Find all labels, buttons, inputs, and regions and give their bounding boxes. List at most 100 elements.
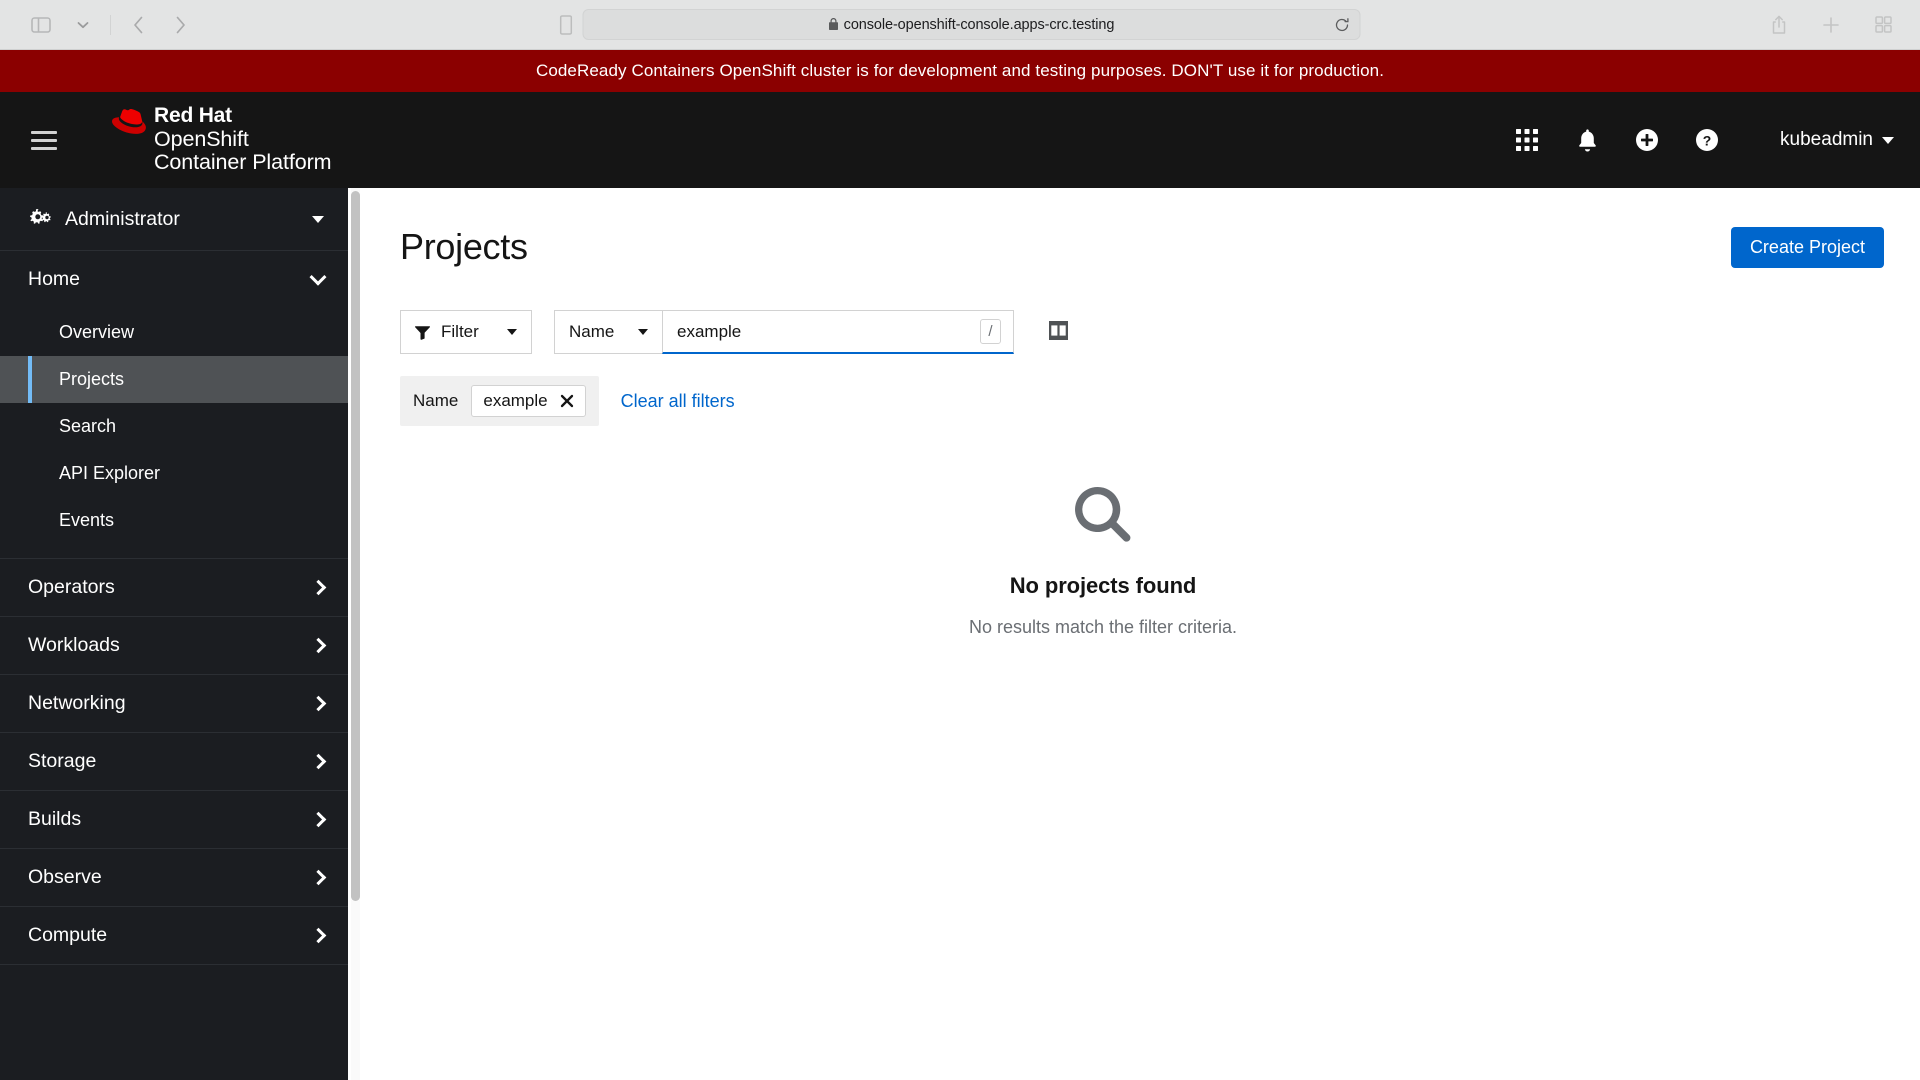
nav-section-observe[interactable]: Observe — [0, 849, 348, 907]
sidebar-scrollbar-thumb[interactable] — [351, 191, 360, 901]
chevron-down-icon — [309, 268, 327, 286]
sidebar-item-projects[interactable]: Projects — [0, 356, 348, 403]
sidebar-toggle-icon[interactable] — [559, 14, 573, 35]
plus-icon[interactable] — [1812, 8, 1850, 42]
filter-toolbar: Filter Name / — [400, 310, 1896, 354]
chevron-down-icon — [638, 329, 648, 335]
brand-product-line2: Container Platform — [154, 150, 332, 175]
nav-toggle-button[interactable] — [20, 116, 68, 164]
column-management-button[interactable] — [1036, 310, 1080, 354]
nav-section-workloads[interactable]: Workloads — [0, 617, 348, 675]
masthead: Red Hat OpenShift Container Platform ? k… — [0, 92, 1920, 188]
filter-chip: example — [471, 385, 586, 417]
url-bar[interactable]: console-openshift-console.apps-crc.testi… — [582, 9, 1361, 40]
nav-section-home[interactable]: Home — [0, 251, 348, 309]
nav-section-label: Networking — [28, 692, 126, 714]
reload-icon[interactable] — [1335, 17, 1350, 32]
nav-section-label: Workloads — [28, 634, 120, 656]
nav-group-home-items: Overview Projects Search API Explorer Ev… — [0, 309, 348, 559]
nav-section-storage[interactable]: Storage — [0, 733, 348, 791]
chevron-right-icon — [310, 753, 327, 770]
hamburger-bar — [31, 130, 57, 134]
browser-toolbar: console-openshift-console.apps-crc.testi… — [0, 0, 1920, 50]
close-icon[interactable] — [560, 394, 574, 408]
search-icon — [1072, 484, 1134, 551]
sidebar-item-events[interactable]: Events — [0, 497, 348, 544]
column-management-icon — [1048, 320, 1069, 344]
masthead-toolbar: ? kubeadmin — [1512, 125, 1894, 155]
nav-section-label: Observe — [28, 866, 102, 888]
tab-overview-icon[interactable] — [22, 8, 60, 42]
empty-state: No projects found No results match the f… — [400, 484, 1896, 638]
crc-warning-banner: CodeReady Containers OpenShift cluster i… — [0, 50, 1920, 92]
sidebar-scrollbar[interactable] — [351, 188, 360, 1080]
share-icon[interactable] — [1760, 8, 1798, 42]
search-attribute-label: Name — [569, 322, 615, 341]
filter-funnel-icon — [415, 325, 430, 340]
nav-item-label: Search — [59, 416, 117, 436]
application-launcher-icon[interactable] — [1512, 125, 1542, 155]
main-content: Projects Create Project Filter Name / — [360, 188, 1920, 1080]
nav-item-label: Overview — [59, 322, 135, 342]
applied-filters-row: Name example Clear all filters — [400, 376, 1896, 426]
chevron-down-icon[interactable] — [64, 8, 102, 42]
question-circle-icon[interactable]: ? — [1692, 125, 1722, 155]
plus-circle-icon[interactable] — [1632, 125, 1662, 155]
nav-section-label: Home — [28, 268, 81, 290]
chevron-right-icon — [310, 927, 327, 944]
chevron-right-icon — [310, 869, 327, 886]
nav-section-builds[interactable]: Builds — [0, 791, 348, 849]
url-display: console-openshift-console.apps-crc.testi… — [829, 17, 1114, 33]
filter-chip-group: Name example — [400, 376, 599, 426]
filter-chip-category: Name — [413, 391, 459, 410]
nav-item-label: Events — [59, 510, 115, 530]
brand-vendor: Red Hat — [154, 104, 232, 128]
nav-section-label: Compute — [28, 924, 108, 946]
brand-logo[interactable]: Red Hat OpenShift Container Platform — [112, 104, 332, 175]
nav-section-label: Operators — [28, 576, 115, 598]
user-menu-button[interactable]: kubeadmin — [1780, 129, 1894, 151]
slash-shortcut-hint: / — [980, 319, 1001, 344]
search-field-wrapper: / — [662, 310, 1014, 354]
toolbar-divider — [110, 14, 111, 35]
search-input[interactable] — [677, 321, 980, 342]
chevron-right-icon — [310, 811, 327, 828]
chevron-right-icon — [310, 579, 327, 596]
nav-item-label: API Explorer — [59, 463, 161, 483]
back-arrow-icon[interactable] — [119, 8, 157, 42]
nav-section-networking[interactable]: Networking — [0, 675, 348, 733]
perspective-switcher[interactable]: Administrator — [0, 188, 348, 251]
sidebar-navigation: Administrator Home Overview Projects Sea… — [0, 188, 348, 1080]
nav-section-operators[interactable]: Operators — [0, 559, 348, 617]
clear-all-filters-link[interactable]: Clear all filters — [621, 391, 735, 412]
perspective-label: Administrator — [65, 207, 180, 230]
svg-text:?: ? — [1703, 132, 1712, 148]
search-filter-group: Name / — [554, 310, 1014, 354]
chevron-right-icon — [310, 695, 327, 712]
forward-arrow-icon[interactable] — [161, 8, 199, 42]
search-attribute-dropdown[interactable]: Name — [554, 310, 662, 354]
address-bar-group: console-openshift-console.apps-crc.testi… — [559, 9, 1361, 40]
sidebar-item-search[interactable]: Search — [0, 403, 348, 450]
filter-type-dropdown[interactable]: Filter — [400, 310, 532, 354]
page-title: Projects — [400, 226, 528, 267]
chevron-down-icon — [1882, 136, 1894, 144]
hamburger-bar — [31, 138, 57, 142]
brand-product-line1: OpenShift — [154, 127, 249, 152]
sidebar-item-api-explorer[interactable]: API Explorer — [0, 450, 348, 497]
nav-section-compute[interactable]: Compute — [0, 907, 348, 965]
chevron-right-icon — [310, 637, 327, 654]
create-project-button[interactable]: Create Project — [1730, 226, 1884, 268]
tab-grid-icon[interactable] — [1864, 8, 1902, 42]
nav-section-label: Storage — [28, 750, 97, 772]
user-name: kubeadmin — [1780, 129, 1873, 150]
page-body: Administrator Home Overview Projects Sea… — [0, 188, 1920, 1080]
cogs-icon — [28, 209, 51, 229]
bell-icon[interactable] — [1572, 125, 1602, 155]
sidebar-item-overview[interactable]: Overview — [0, 309, 348, 356]
brand-text: Red Hat OpenShift Container Platform — [154, 104, 332, 175]
hamburger-bar — [31, 146, 57, 150]
filter-dropdown-label: Filter — [441, 322, 479, 341]
empty-state-title: No projects found — [1009, 573, 1197, 598]
lock-icon — [829, 18, 839, 31]
